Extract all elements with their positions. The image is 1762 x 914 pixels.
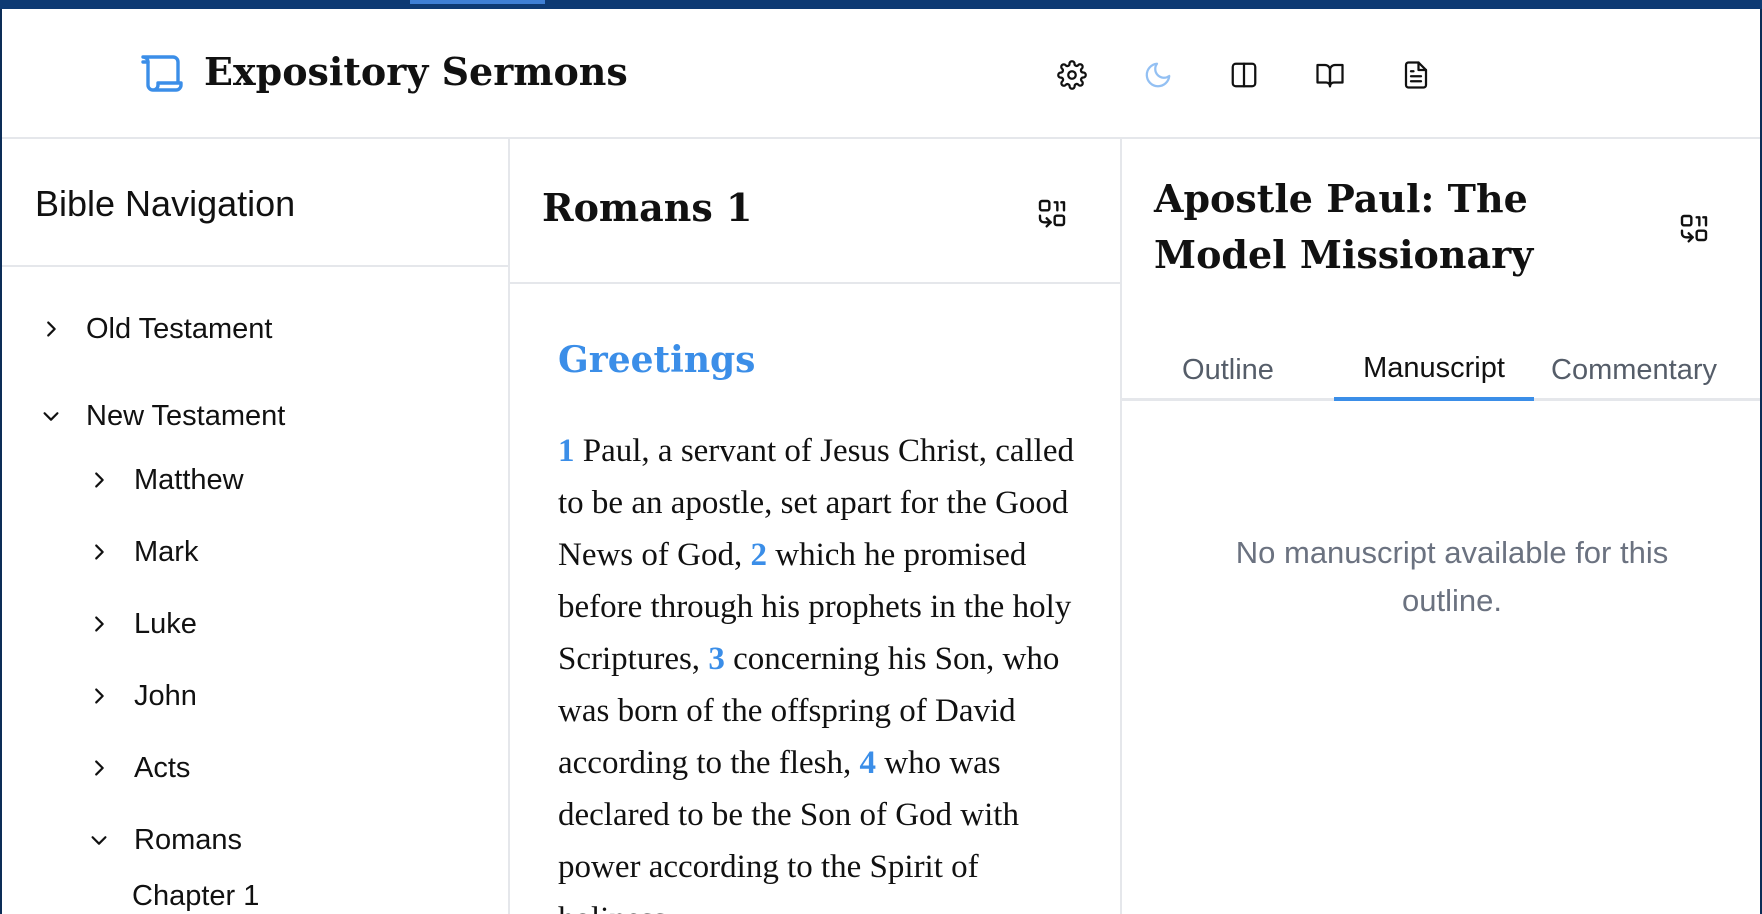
verse-number[interactable]: 2 [750, 537, 767, 573]
bible-navigation-header: Bible Navigation [2, 139, 508, 267]
swap-panel-button[interactable] [1674, 210, 1714, 250]
tab-commentary[interactable]: Commentary [1534, 339, 1734, 401]
swap-icon [1678, 212, 1710, 249]
verse-number[interactable]: 1 [558, 433, 575, 469]
swap-icon [1036, 197, 1068, 234]
chevron-right-icon [86, 683, 112, 709]
chevron-right-icon [38, 316, 64, 342]
tree-item-label: John [134, 679, 197, 712]
window-frame: Expository Sermons Bible Navigation Old … [0, 0, 1762, 914]
tree-item-matthew[interactable]: Matthew [86, 458, 244, 502]
chevron-down-icon [86, 827, 112, 853]
toggle-sermon-button[interactable] [1398, 59, 1434, 95]
tree-item-label: Mark [134, 535, 199, 568]
tree-item-label: Old Testament [86, 312, 273, 345]
verse-number[interactable]: 4 [859, 745, 876, 781]
tree-item-old-testament[interactable]: Old Testament [38, 307, 272, 351]
scripture-title: Romans 1 [542, 185, 753, 230]
empty-state-message: No manuscript available for this outline… [1235, 535, 1669, 618]
tree-item-chapter-1[interactable]: Chapter 1 [132, 874, 259, 914]
bible-navigation-title: Bible Navigation [35, 183, 296, 224]
tree-item-romans[interactable]: Romans [86, 818, 242, 862]
chevron-right-icon [86, 539, 112, 565]
tree-item-label: Luke [134, 607, 197, 640]
gear-icon [1057, 59, 1087, 95]
tree-item-john[interactable]: John [86, 674, 197, 718]
tab-outline[interactable]: Outline [1122, 339, 1334, 401]
book-open-icon [1315, 60, 1345, 95]
sermon-panel: Apostle Paul: The Model Missionary Outli… [1122, 139, 1760, 914]
tree-item-new-testament[interactable]: New Testament [38, 394, 285, 438]
tree-item-label: Romans [134, 823, 242, 856]
scripture-panel: Romans 1 Greetings 1 Paul, a servant of … [510, 139, 1122, 914]
sermon-title: Apostle Paul: The Model Missionary [1154, 176, 1534, 277]
theme-toggle-button[interactable] [1140, 59, 1176, 95]
tree-item-mark[interactable]: Mark [86, 530, 198, 574]
chevron-right-icon [86, 611, 112, 637]
columns-icon [1229, 60, 1259, 95]
top-bar-accent [410, 0, 545, 4]
verse-number[interactable]: 3 [708, 641, 725, 677]
top-bar [0, 0, 1762, 9]
sermon-tabs: Outline Manuscript Commentary [1122, 339, 1760, 401]
scripture-passage: 1 Paul, a servant of Jesus Christ, calle… [558, 425, 1086, 914]
toggle-bible-button[interactable] [1312, 59, 1348, 95]
tree-item-label: Matthew [134, 463, 244, 496]
settings-button[interactable] [1054, 59, 1090, 95]
moon-icon [1143, 60, 1173, 95]
app-title: Expository Sermons [204, 49, 628, 94]
tree-item-luke[interactable]: Luke [86, 602, 197, 646]
tab-manuscript[interactable]: Manuscript [1334, 339, 1534, 401]
scroll-icon [140, 52, 186, 98]
sermon-header: Apostle Paul: The Model Missionary [1122, 139, 1760, 277]
document-icon [1401, 60, 1431, 95]
chevron-right-icon [86, 467, 112, 493]
app-window: Expository Sermons Bible Navigation Old … [2, 9, 1760, 914]
tree-item-label: Chapter 1 [132, 879, 260, 912]
scripture-header: Romans 1 [510, 139, 1120, 284]
swap-panel-button[interactable] [1032, 195, 1072, 235]
chevron-down-icon [38, 403, 64, 429]
toggle-split-view-button[interactable] [1226, 59, 1262, 95]
app-header: Expository Sermons [2, 9, 1760, 139]
tree-item-label: New Testament [86, 399, 286, 432]
tree-item-acts[interactable]: Acts [86, 746, 190, 790]
bible-navigation-panel: Bible Navigation Old Testament New Testa… [2, 139, 510, 914]
section-heading: Greetings [558, 339, 756, 381]
chevron-right-icon [86, 755, 112, 781]
tree-item-label: Acts [134, 751, 191, 784]
